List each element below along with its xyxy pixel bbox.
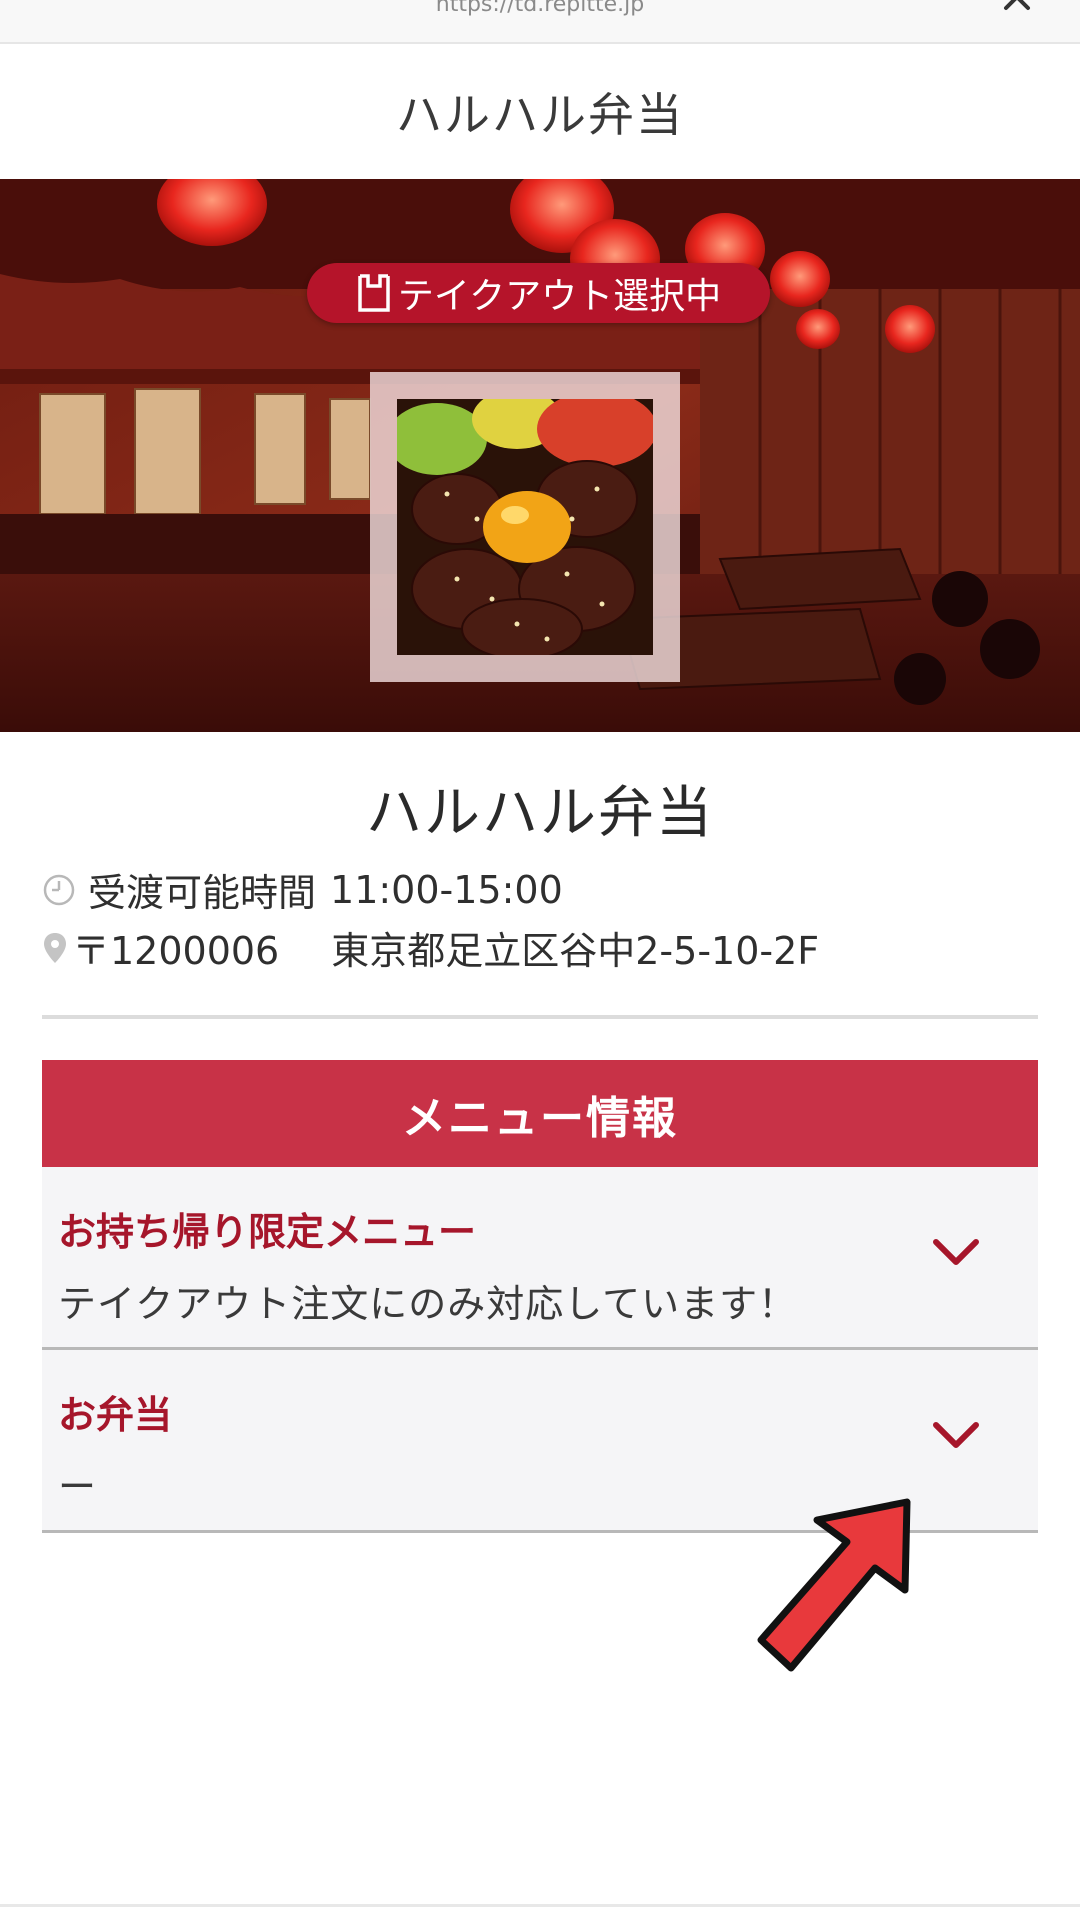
menu-info-header: メニュー情報 xyxy=(42,1060,1038,1167)
page-title: ハルハル弁当 xyxy=(396,87,684,142)
menu-category-takeout-only[interactable]: お持ち帰り限定メニュー テイクアウト注文にのみ対応しています！ xyxy=(42,1167,1038,1350)
store-name: ハルハル弁当 xyxy=(366,781,714,846)
close-icon[interactable] xyxy=(1000,0,1040,12)
street-address[interactable]: 東京都足立区谷中2-5-10-2F xyxy=(331,920,819,975)
bottom-divider xyxy=(0,1904,1080,1907)
store-hero-image: テイクアウト選択中 xyxy=(0,179,1080,732)
takeout-badge-label: テイクアウト選択中 xyxy=(397,276,722,317)
browser-url-bar: https://td.repitte.jp xyxy=(0,0,1080,44)
menu-category-title: お弁当 xyxy=(58,1393,173,1437)
food-thumbnail xyxy=(397,399,653,655)
page-header: ハルハル弁当 xyxy=(0,44,1080,179)
menu-category-title: お持ち帰り限定メニュー xyxy=(58,1210,477,1254)
pickup-hours-row: 受渡可能時間 11:00-15:00 xyxy=(42,862,563,917)
address-row: 〒1200006 東京都足立区谷中2-5-10-2F xyxy=(42,920,819,975)
menu-category-description: ー xyxy=(58,1465,98,1509)
red-arrow-icon xyxy=(757,1498,911,1672)
chevron-down-icon[interactable] xyxy=(932,1237,980,1267)
map-pin-icon xyxy=(44,932,66,963)
url-text[interactable]: https://td.repitte.jp xyxy=(0,0,1080,17)
clock-icon xyxy=(43,874,75,905)
menu-category-description: テイクアウト注文にのみ対応しています！ xyxy=(58,1282,798,1326)
takeout-selected-badge: テイクアウト選択中 xyxy=(307,263,770,323)
menu-thumbnail-frame xyxy=(370,372,680,682)
pickup-hours-value: 11:00-15:00 xyxy=(330,867,563,912)
postal-code: 〒1200006 xyxy=(72,929,280,973)
shopping-bag-icon xyxy=(358,274,390,312)
chevron-down-icon[interactable] xyxy=(932,1420,980,1450)
pickup-hours-label: 受渡可能時間 xyxy=(88,871,317,915)
divider xyxy=(42,1015,1038,1019)
